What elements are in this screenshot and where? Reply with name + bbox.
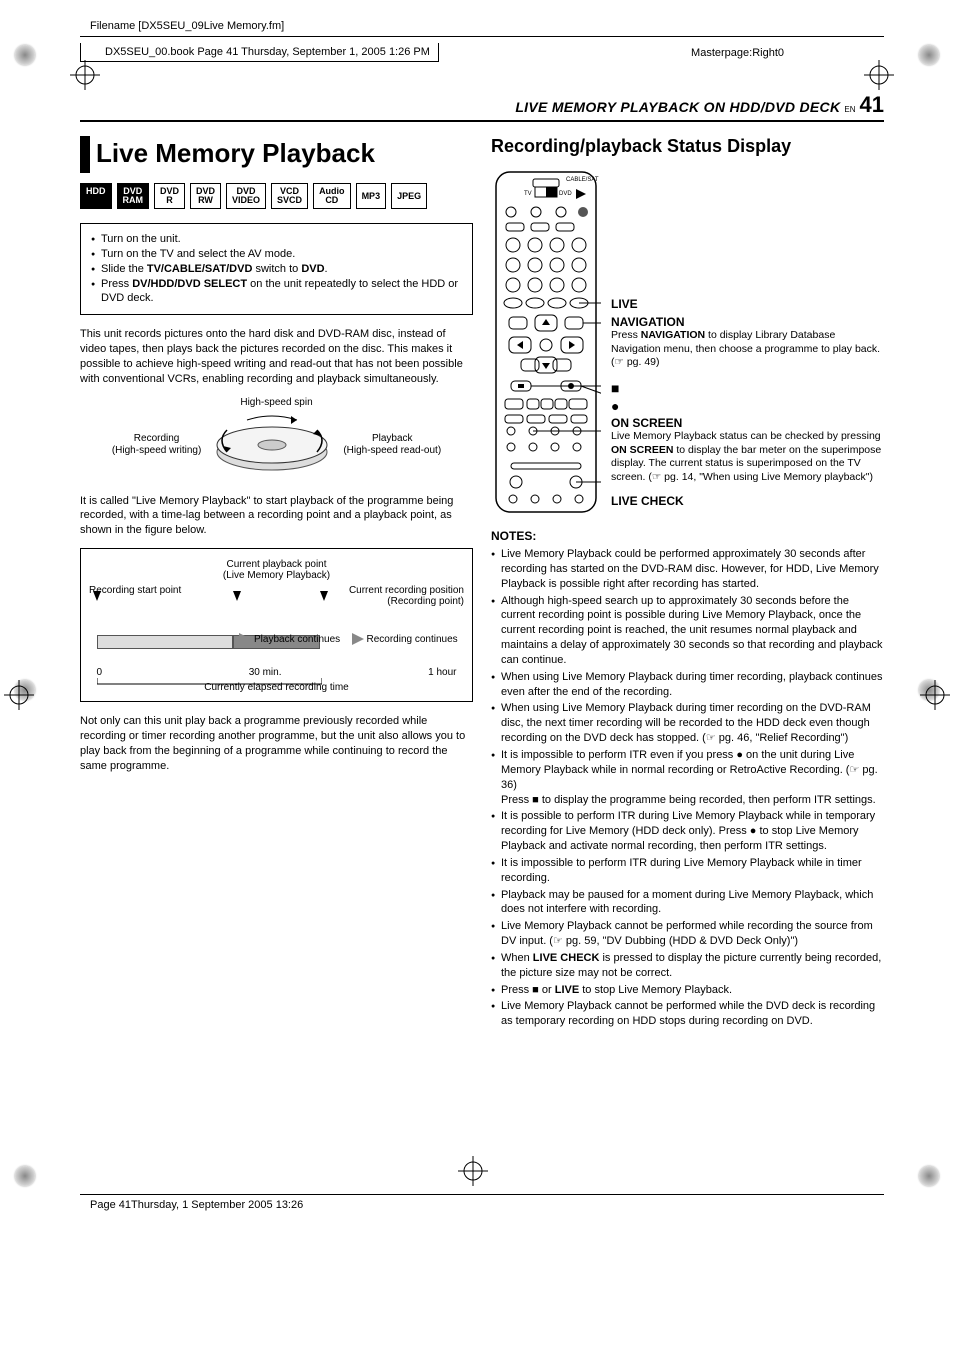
badge-line: RAM: [123, 196, 144, 205]
notes-heading: NOTES:: [491, 529, 884, 543]
badge-dvd-video: DVDVIDEO: [226, 183, 266, 209]
note-item: It is impossible to perform ITR during L…: [491, 856, 884, 886]
tl-scale: 0 30 min. 1 hour: [89, 667, 464, 678]
remote-control-icon: CABLE/SAT TV DVD: [491, 167, 601, 517]
badge-audio-cd: AudioCD: [313, 183, 351, 209]
footer-divider: [80, 1194, 884, 1195]
masterpage-label: Masterpage:Right0: [691, 47, 884, 59]
page-number: 41: [860, 92, 884, 118]
badge-hdd: HDD: [80, 183, 112, 209]
diagram-right-label: Playback (High-speed read-out): [343, 433, 441, 457]
crop-dot: [919, 45, 939, 65]
note-item: Press ■ or LIVE to stop Live Memory Play…: [491, 983, 884, 998]
arrow-down-icon: [320, 591, 328, 601]
callout-text: Live Memory Playback status can be check…: [611, 430, 884, 485]
crop-mark-icon: [4, 680, 34, 710]
book-meta-left: DX5SEU_00.book Page 41 Thursday, Septemb…: [80, 43, 439, 62]
remote-label: CABLE/SAT: [566, 177, 599, 183]
diagram-left-label: Recording (High-speed writing): [112, 433, 201, 457]
paragraph: It is called "Live Memory Playback" to s…: [80, 494, 473, 539]
callout-head: NAVIGATION: [611, 315, 884, 329]
crop-dot: [15, 1166, 35, 1186]
main-title: Live Memory Playback: [90, 136, 375, 173]
note-item: Live Memory Playback could be performed …: [491, 547, 884, 592]
sub-heading: Recording/playback Status Display: [491, 136, 884, 157]
header-lang: EN: [844, 105, 855, 114]
prep-item: Slide the TV/CABLE/SAT/DVD switch to DVD…: [91, 262, 462, 277]
arrow-down-icon: [93, 591, 101, 601]
badge-mp3: MP3: [356, 183, 387, 209]
right-column: Recording/playback Status Display CABLE/…: [491, 136, 884, 1031]
note-item: It is impossible to perform ITR even if …: [491, 748, 884, 807]
arrow-right-icon: [239, 633, 251, 645]
badge-dvd-r: DVDR: [154, 183, 185, 209]
tl-label: [89, 559, 214, 581]
tl-continue-label: Playback continues: [239, 633, 340, 645]
title-accent: [80, 136, 90, 173]
paragraph: Not only can this unit play back a progr…: [80, 714, 473, 773]
crop-mark-icon: [70, 60, 100, 90]
note-item: Although high-speed search up to approxi…: [491, 594, 884, 668]
notes-list: Live Memory Playback could be performed …: [491, 547, 884, 1029]
crop-dot: [15, 45, 35, 65]
crop-mark-icon: [458, 1156, 488, 1186]
filename-label: Filename [DX5SEU_09Live Memory.fm]: [80, 20, 884, 32]
note-item: When using Live Memory Playback during t…: [491, 670, 884, 700]
prep-item: Turn on the unit.: [91, 232, 462, 247]
header-title: LIVE MEMORY PLAYBACK ON HDD/DVD DECK: [515, 99, 840, 115]
badge-dvd-rw: DVDRW: [190, 183, 221, 209]
bracket-icon: [97, 678, 322, 688]
prep-item: Press DV/HDD/DVD SELECT on the unit repe…: [91, 277, 462, 307]
paragraph: This unit records pictures onto the hard…: [80, 327, 473, 386]
disc-diagram: High-speed spin Recording (High-speed wr…: [80, 397, 473, 480]
note-item: When using Live Memory Playback during t…: [491, 701, 884, 746]
left-column: Live Memory Playback HDD DVD RAM DVDR DV…: [80, 136, 473, 1031]
note-item: It is possible to perform ITR during Liv…: [491, 809, 884, 854]
tl-elapsed-label: Currently elapsed recording time: [89, 682, 464, 693]
crop-dot: [919, 1166, 939, 1186]
timeline-diagram: Current playback point (Live Memory Play…: [80, 548, 473, 702]
note-item: When LIVE CHECK is pressed to display th…: [491, 951, 884, 981]
prep-item: Turn on the TV and select the AV mode.: [91, 247, 462, 262]
badge-jpeg: JPEG: [391, 183, 427, 209]
page-header: LIVE MEMORY PLAYBACK ON HDD/DVD DECK EN …: [80, 92, 884, 122]
diagram-label: High-speed spin: [80, 397, 473, 408]
preparation-box: Turn on the unit. Turn on the TV and sel…: [80, 223, 473, 315]
remote-label: DVD: [559, 191, 572, 197]
callout-text: Press NAVIGATION to display Library Data…: [611, 329, 884, 370]
callout-head: ON SCREEN: [611, 416, 884, 430]
badge-vcd-svcd: VCDSVCD: [271, 183, 308, 209]
divider: [80, 36, 884, 37]
note-item: Live Memory Playback cannot be performed…: [491, 999, 884, 1029]
disc-icon: [207, 410, 337, 480]
badge-dvd-ram: DVD RAM: [117, 183, 150, 209]
crop-mark-icon: [920, 680, 950, 710]
crop-mark-icon: [864, 60, 894, 90]
arrow-down-icon: [233, 591, 241, 601]
note-item: Playback may be paused for a moment duri…: [491, 888, 884, 918]
format-badges: HDD DVD RAM DVDR DVDRW DVDVIDEO VCDSVCD …: [80, 183, 473, 209]
callout-head: LIVE CHECK: [611, 494, 884, 508]
remote-label: TV: [524, 191, 532, 197]
footer-meta: Page 41Thursday, 1 September 2005 13:26: [90, 1199, 303, 1211]
tl-label: [339, 559, 464, 581]
arrow-right-icon: [352, 633, 364, 645]
tl-label: Current playback point (Live Memory Play…: [214, 559, 339, 581]
note-item: Live Memory Playback cannot be performed…: [491, 919, 884, 949]
record-icon: ●: [611, 398, 884, 414]
tl-segment: [97, 635, 234, 649]
stop-icon: ■: [611, 380, 884, 396]
callout-head: LIVE: [611, 297, 884, 311]
tl-continue-label: Recording continues: [352, 633, 458, 645]
